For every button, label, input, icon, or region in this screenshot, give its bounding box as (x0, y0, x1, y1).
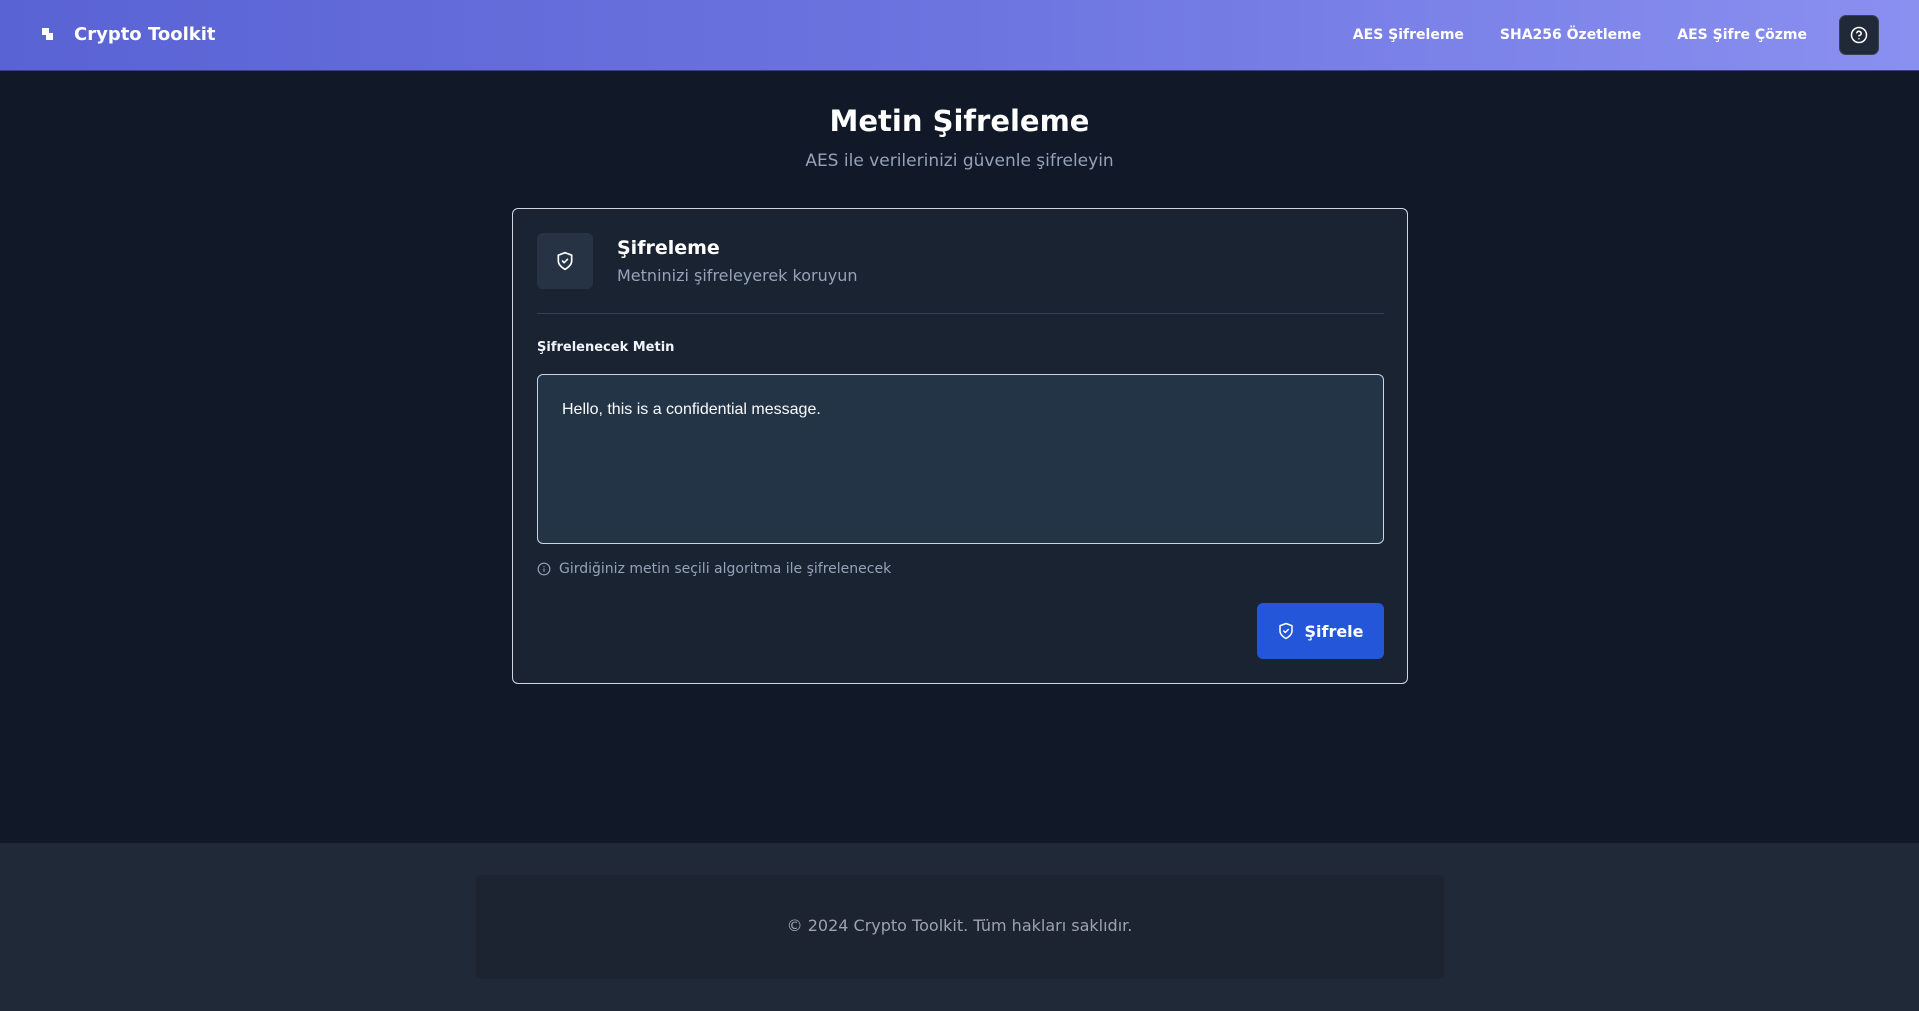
page-title: Metin Şifreleme (829, 104, 1090, 138)
nav-links: AES Şifreleme SHA256 Özetleme AES Şifre … (1317, 15, 1879, 55)
nav-link-aes-decrypt[interactable]: AES Şifre Çözme (1677, 27, 1807, 43)
card-description: Metninizi şifreleyerek koruyun (617, 266, 858, 285)
input-label: Şifrelenecek Metin (537, 340, 675, 355)
encrypt-card: Şifreleme Metninizi şifreleyerek koruyun… (512, 208, 1408, 684)
nav-link-aes-encrypt[interactable]: AES Şifreleme (1353, 27, 1464, 43)
footer: © 2024 Crypto Toolkit. Tüm hakları saklı… (0, 843, 1919, 1011)
help-button[interactable] (1839, 15, 1879, 55)
brand[interactable]: Crypto Toolkit (40, 24, 215, 45)
card-header: Şifreleme Metninizi şifreleyerek koruyun (537, 233, 857, 289)
page-header: Metin Şifreleme AES ile verilerinizi güv… (0, 104, 1919, 171)
card-divider (537, 313, 1384, 314)
shield-check-icon (557, 251, 573, 271)
plaintext-input[interactable]: Hello, this is a confidential message. (537, 374, 1384, 544)
hint-text: Girdiğiniz metin seçili algoritma ile şi… (559, 561, 892, 577)
top-navbar: Crypto Toolkit AES Şifreleme SHA256 Özet… (0, 0, 1919, 71)
input-hint: Girdiğiniz metin seçili algoritma ile şi… (537, 561, 891, 577)
card-title: Şifreleme (617, 237, 720, 259)
card-icon-box (537, 233, 593, 289)
help-icon (1850, 26, 1868, 44)
page-subtitle: AES ile verilerinizi güvenle şifreleyin (805, 151, 1114, 171)
encrypt-button[interactable]: Şifrele (1257, 603, 1384, 659)
encrypt-button-label: Şifrele (1304, 621, 1364, 641)
footer-copyright: © 2024 Crypto Toolkit. Tüm hakları saklı… (786, 916, 1133, 935)
logo-icon (40, 25, 60, 45)
card-header-text: Şifreleme Metninizi şifreleyerek koruyun (617, 237, 857, 285)
shield-check-icon (1279, 622, 1294, 640)
info-icon (537, 562, 551, 576)
nav-link-sha256[interactable]: SHA256 Özetleme (1500, 27, 1641, 43)
brand-title: Crypto Toolkit (74, 24, 216, 45)
